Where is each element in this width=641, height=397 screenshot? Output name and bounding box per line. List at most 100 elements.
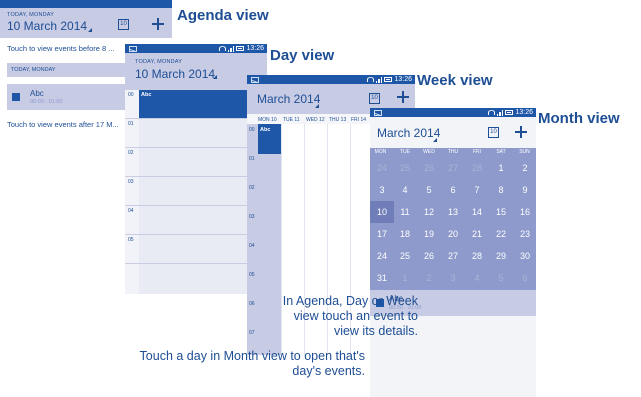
- weekday-header: MON: [374, 149, 387, 155]
- callout-week-view: Week view: [417, 72, 493, 89]
- agenda-after-link[interactable]: Touch to view events after 17 M...: [7, 120, 119, 129]
- caption-agenda-day-week: In Agenda, Day or Week view touch an eve…: [282, 294, 418, 338]
- month-day-cell[interactable]: 5: [417, 179, 441, 201]
- signal-icon: [375, 76, 383, 83]
- weekday-header: SUN: [519, 149, 530, 155]
- month-day-cell[interactable]: 1: [393, 267, 417, 289]
- month-day-cell[interactable]: 24: [370, 245, 394, 267]
- mail-notification-icon: [374, 110, 382, 116]
- battery-icon: [236, 46, 245, 51]
- month-day-cell[interactable]: 4: [465, 267, 489, 289]
- month-day-cell[interactable]: 15: [489, 201, 513, 223]
- month-day-cell[interactable]: 19: [417, 223, 441, 245]
- callout-agenda-view: Agenda view: [177, 7, 269, 24]
- month-day-cell[interactable]: 2: [417, 267, 441, 289]
- month-day-cell[interactable]: 5: [489, 267, 513, 289]
- month-day-cell[interactable]: 9: [513, 179, 536, 201]
- month-day-cell[interactable]: 24: [370, 157, 394, 179]
- day-date[interactable]: 10 March 2014: [135, 67, 215, 81]
- month-day-cell[interactable]: 21: [465, 223, 489, 245]
- status-bar: 13:26: [370, 108, 536, 117]
- hour-label: 03: [249, 214, 255, 220]
- month-day-cell[interactable]: 17: [370, 223, 394, 245]
- calendar-today-icon[interactable]: 10: [488, 127, 499, 138]
- month-day-cell[interactable]: 11: [393, 201, 417, 223]
- month-day-cell[interactable]: 25: [393, 245, 417, 267]
- agenda-event-title: Abc: [30, 89, 44, 98]
- agenda-section-header: TODAY, MONDAY: [7, 63, 127, 77]
- month-day-cell[interactable]: 31: [370, 267, 394, 289]
- month-day-cell[interactable]: 26: [417, 245, 441, 267]
- month-day-cell[interactable]: 25: [393, 157, 417, 179]
- agenda-event-row[interactable]: Abc 00:00 - 01:00: [7, 84, 127, 110]
- signal-icon: [496, 109, 504, 116]
- month-day-cell[interactable]: 6: [441, 179, 465, 201]
- calendar-today-icon[interactable]: 10: [369, 93, 380, 104]
- month-day-cell[interactable]: 12: [417, 201, 441, 223]
- month-day-cell[interactable]: 8: [489, 179, 513, 201]
- month-day-cell[interactable]: 23: [513, 223, 536, 245]
- status-bar: 13:26: [247, 75, 415, 84]
- day-view-screen: 13:26 TODAY, MONDAY 10 March 2014 Abc 00…: [125, 44, 267, 294]
- hour-label: 05: [249, 272, 255, 278]
- month-day-cell[interactable]: 2: [513, 157, 536, 179]
- week-day-header[interactable]: TUE 11: [283, 117, 300, 123]
- week-day-header[interactable]: FRI 14: [351, 117, 366, 123]
- hour-label: 00: [249, 127, 255, 133]
- month-day-cell[interactable]: 27: [441, 157, 465, 179]
- month-day-cell[interactable]: 1: [489, 157, 513, 179]
- agenda-before-link[interactable]: Touch to view events before 8 ...: [7, 44, 115, 53]
- add-event-button[interactable]: [397, 91, 409, 103]
- month-title[interactable]: March 2014: [377, 126, 440, 140]
- week-month-title[interactable]: March 2014: [257, 92, 320, 106]
- hour-row: 02: [125, 147, 267, 156]
- week-event-title: Abc: [260, 127, 271, 133]
- month-day-cell[interactable]: 26: [417, 157, 441, 179]
- wifi-icon: [218, 46, 226, 51]
- month-day-cell[interactable]: 3: [441, 267, 465, 289]
- month-day-cell[interactable]: 27: [441, 245, 465, 267]
- agenda-date[interactable]: 10 March 2014: [7, 19, 87, 33]
- mail-notification-icon: [251, 77, 259, 83]
- month-day-cell[interactable]: 16: [513, 201, 536, 223]
- calendar-today-icon[interactable]: 10: [118, 19, 129, 30]
- month-day-cell[interactable]: 7: [465, 179, 489, 201]
- month-day-cell[interactable]: 14: [465, 201, 489, 223]
- status-time: 13:26: [515, 109, 533, 116]
- weekday-header: TUE: [400, 149, 410, 155]
- month-day-cell[interactable]: 4: [393, 179, 417, 201]
- week-event-abc[interactable]: Abc: [258, 124, 281, 154]
- month-day-cell[interactable]: 22: [489, 223, 513, 245]
- wifi-icon: [366, 77, 374, 82]
- status-bar: 13:26: [125, 44, 267, 53]
- week-day-header[interactable]: WED 12: [306, 117, 325, 123]
- day-header: TODAY, MONDAY 10 March 2014: [125, 53, 267, 89]
- agenda-section-label: TODAY, MONDAY: [11, 67, 56, 73]
- hour-row: [125, 263, 267, 264]
- hour-row: 01: [125, 118, 267, 127]
- agenda-header: TODAY, MONDAY 10 March 2014 10: [0, 8, 172, 38]
- day-event-title: Abc: [141, 92, 152, 98]
- agenda-small-date: TODAY, MONDAY: [7, 12, 55, 18]
- month-view-screen: 13:26 March 2014 10 MON TUE WED THU FRI …: [370, 108, 536, 397]
- day-small-date: TODAY, MONDAY: [135, 59, 183, 65]
- month-day-cell[interactable]: 3: [370, 179, 394, 201]
- week-day-header[interactable]: THU 13: [329, 117, 346, 123]
- battery-icon: [505, 110, 514, 115]
- month-day-cell[interactable]: 18: [393, 223, 417, 245]
- month-day-cell[interactable]: 20: [441, 223, 465, 245]
- status-time: 13:26: [246, 45, 264, 52]
- day-grid: Abc 00 01 02 03 04 05: [125, 89, 267, 294]
- month-day-cell[interactable]: 29: [489, 245, 513, 267]
- week-day-header[interactable]: MON 10: [258, 117, 277, 123]
- month-day-cell-today[interactable]: 10: [370, 201, 394, 223]
- month-day-cell[interactable]: 28: [465, 245, 489, 267]
- add-event-button[interactable]: [515, 126, 527, 138]
- hour-label: 05: [128, 237, 134, 243]
- month-day-cell[interactable]: 13: [441, 201, 465, 223]
- add-event-button[interactable]: [152, 18, 164, 30]
- month-day-cell[interactable]: 30: [513, 245, 536, 267]
- callout-month-view: Month view: [538, 110, 620, 127]
- month-day-cell[interactable]: 28: [465, 157, 489, 179]
- month-day-cell[interactable]: 6: [513, 267, 536, 289]
